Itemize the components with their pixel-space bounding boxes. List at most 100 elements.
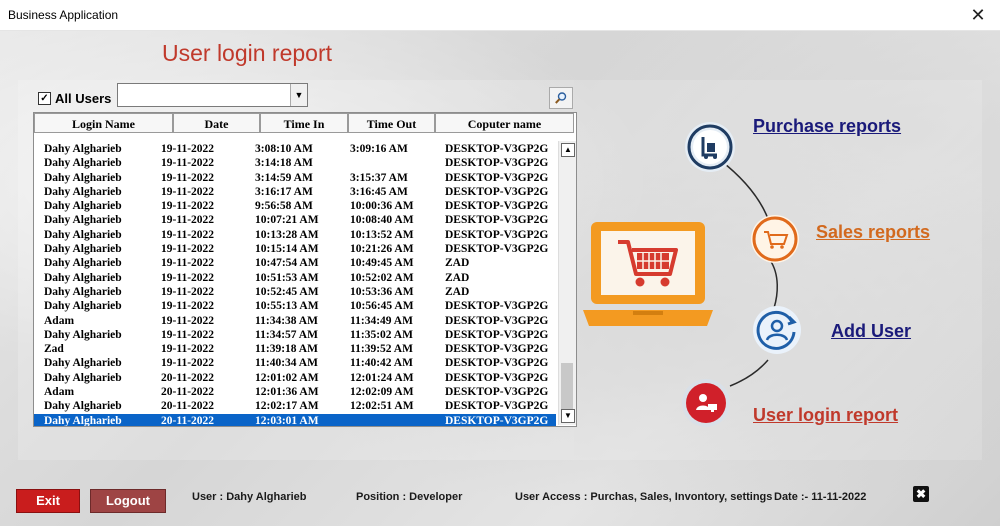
table-row[interactable]: Dahy Algharieb 19-11-2022 10:07:21 AM 10:08… (34, 213, 556, 227)
table-row[interactable]: Dahy Algharieb 19-11-2022 3:16:17 AM 3:16:4… (34, 185, 556, 199)
table-cell: Dahy Algharieb (44, 300, 122, 313)
column-header[interactable]: Date (173, 113, 260, 133)
scroll-down-icon[interactable]: ▼ (561, 409, 575, 423)
table-cell: Dahy Algharieb (44, 257, 122, 270)
table-row[interactable]: Dahy Algharieb 20-11-2022 12:02:17 AM 12:02… (34, 399, 556, 413)
table-cell: DESKTOP-V3GP2G (445, 143, 549, 155)
table-cell: 3:16:45 AM (350, 185, 408, 198)
table-cell: 19-11-2022 (161, 257, 215, 270)
sales-reports-icon[interactable] (750, 214, 800, 264)
table-row[interactable]: Dahy Algharieb 20-11-2022 12:03:01 AM DESKT… (34, 413, 556, 426)
table-row[interactable]: Dahy Algharieb 19-11-2022 10:51:53 AM 10:52… (34, 271, 556, 285)
table-cell: DESKTOP-V3GP2G (445, 343, 549, 356)
table-cell: 11:40:42 AM (350, 357, 413, 370)
table-cell: Adam (44, 386, 75, 399)
sales-reports-link[interactable]: Sales reports (816, 222, 930, 243)
dropdown-arrow-icon[interactable]: ▼ (290, 84, 307, 106)
table-row[interactable]: Dahy Algharieb 19-11-2022 10:55:13 AM 10:56… (34, 299, 556, 313)
table-cell: 10:52:02 AM (350, 271, 414, 284)
table-row[interactable]: Dahy Algharieb 19-11-2022 9:56:58 AM 10:00:… (34, 199, 556, 213)
table-cell: 12:02:09 AM (350, 386, 414, 399)
table-cell: 10:53:36 AM (350, 285, 414, 298)
table-row[interactable]: Dahy Algharieb 19-11-2022 3:08:10 AM 3:09:1… (34, 142, 556, 156)
logout-button[interactable]: Logout (90, 489, 166, 513)
login-report-table[interactable]: Login Name Date Time In Time Out Coputer nam… (33, 112, 577, 427)
table-cell: 10:07:21 AM (255, 214, 319, 227)
table-cell: DESKTOP-V3GP2G (445, 185, 549, 198)
user-login-report-link[interactable]: User login report (753, 405, 898, 426)
search-button[interactable] (549, 87, 573, 109)
table-cell: 3:14:59 AM (255, 171, 313, 184)
table-row[interactable]: Dahy Algharieb 19-11-2022 11:34:57 AM 11:35… (34, 328, 556, 342)
table-cell: 11:34:38 AM (255, 314, 318, 327)
table-cell: DESKTOP-V3GP2G (445, 228, 549, 241)
table-row[interactable]: Dahy Algharieb 19-11-2022 10:52:45 AM 10:53… (34, 285, 556, 299)
add-user-link[interactable]: Add User (831, 321, 911, 342)
scroll-up-icon[interactable]: ▲ (561, 143, 575, 157)
table-cell: 19-11-2022 (161, 243, 215, 256)
table-cell: DESKTOP-V3GP2G (445, 371, 549, 384)
table-cell: 19-11-2022 (161, 300, 215, 313)
table-cell: 3:16:17 AM (255, 185, 313, 198)
table-row[interactable]: Dahy Algharieb 19-11-2022 3:14:18 AM DESKTO… (34, 156, 556, 170)
table-cell: Dahy Algharieb (44, 243, 122, 256)
table-cell: DESKTOP-V3GP2G (445, 300, 549, 313)
table-row[interactable]: Dahy Algharieb 20-11-2022 12:01:02 AM 12:01… (34, 371, 556, 385)
window-close-button[interactable]: ✕ (956, 0, 1000, 30)
user-access-text: User Access : Purchas, Sales, Invontory,… (515, 491, 773, 503)
column-header[interactable]: Time Out (348, 113, 435, 133)
table-row[interactable]: Adam 20-11-2022 12:01:36 AM 12:02:09 AM DESK… (34, 385, 556, 399)
table-cell: Dahy Algharieb (44, 185, 122, 198)
table-cell: 11:34:49 AM (350, 314, 413, 327)
checkbox-check-icon[interactable]: ✓ (38, 92, 51, 105)
table-cell: Dahy Algharieb (44, 328, 122, 341)
table-cell: Dahy Algharieb (44, 214, 122, 227)
table-cell: 19-11-2022 (161, 271, 215, 284)
table-row[interactable]: Zad 19-11-2022 11:39:18 AM 11:39:52 AM DESKT… (34, 342, 556, 356)
column-header[interactable]: Login Name (34, 113, 173, 133)
table-cell: DESKTOP-V3GP2G (445, 314, 549, 327)
all-users-checkbox[interactable]: ✓ All Users (38, 91, 111, 106)
table-cell: Zad (44, 343, 64, 356)
table-cell: Dahy Algharieb (44, 228, 122, 241)
table-cell: 10:13:28 AM (255, 228, 319, 241)
table-row[interactable]: Adam 19-11-2022 11:34:38 AM 11:34:49 AM DESK… (34, 314, 556, 328)
table-row[interactable]: Dahy Algharieb 19-11-2022 11:40:34 AM 11:40… (34, 356, 556, 370)
user-select[interactable]: ▼ (117, 83, 308, 107)
window-title: Business Application (8, 8, 119, 22)
table-cell: 10:56:45 AM (350, 300, 414, 313)
table-row[interactable]: Dahy Algharieb 19-11-2022 10:13:28 AM 10:13… (34, 228, 556, 242)
current-user-text: User : Dahy Algharieb (192, 491, 307, 503)
scroll-thumb[interactable] (561, 363, 573, 409)
table-cell: DESKTOP-V3GP2G (445, 357, 549, 370)
date-text: Date :- 11-11-2022 (774, 491, 867, 503)
table-cell: 19-11-2022 (161, 200, 215, 213)
close-icon[interactable]: ✖ (913, 486, 929, 502)
exit-button[interactable]: Exit (16, 489, 80, 513)
table-row[interactable]: Dahy Algharieb 19-11-2022 3:14:59 AM 3:15:3… (34, 171, 556, 185)
add-user-icon[interactable] (752, 305, 802, 355)
table-cell (350, 414, 445, 426)
table-row[interactable]: Dahy Algharieb 19-11-2022 10:15:14 AM 10:21… (34, 242, 556, 256)
table-cell: Dahy Algharieb (44, 271, 122, 284)
table-cell: 19-11-2022 (161, 228, 215, 241)
table-cell: DESKTOP-V3GP2G (445, 328, 549, 341)
table-cell: 11:35:02 AM (350, 328, 413, 341)
table-cell: DESKTOP-V3GP2G (445, 214, 549, 227)
user-login-report-icon[interactable] (681, 378, 731, 428)
table-cell: 10:00:36 AM (350, 200, 414, 213)
table-row[interactable]: Dahy Algharieb 19-11-2022 10:47:54 AM 10:49… (34, 256, 556, 270)
table-cell: 20-11-2022 (161, 371, 215, 384)
title-bar: Business Application ✕ (0, 0, 1000, 31)
table-cell: 10:51:53 AM (255, 271, 319, 284)
table-cell: 10:08:40 AM (350, 214, 414, 227)
table-cell: 9:56:58 AM (255, 200, 313, 213)
table-cell: 10:15:14 AM (255, 243, 319, 256)
magnifier-icon (555, 92, 567, 104)
vertical-scrollbar[interactable]: ▲ ▼ (558, 141, 576, 425)
purchase-reports-link[interactable]: Purchase reports (753, 116, 901, 137)
column-header[interactable]: Time In (260, 113, 348, 133)
purchase-reports-icon[interactable] (684, 121, 736, 173)
column-header[interactable]: Coputer name (435, 113, 574, 133)
table-cell: 3:15:37 AM (350, 171, 408, 184)
